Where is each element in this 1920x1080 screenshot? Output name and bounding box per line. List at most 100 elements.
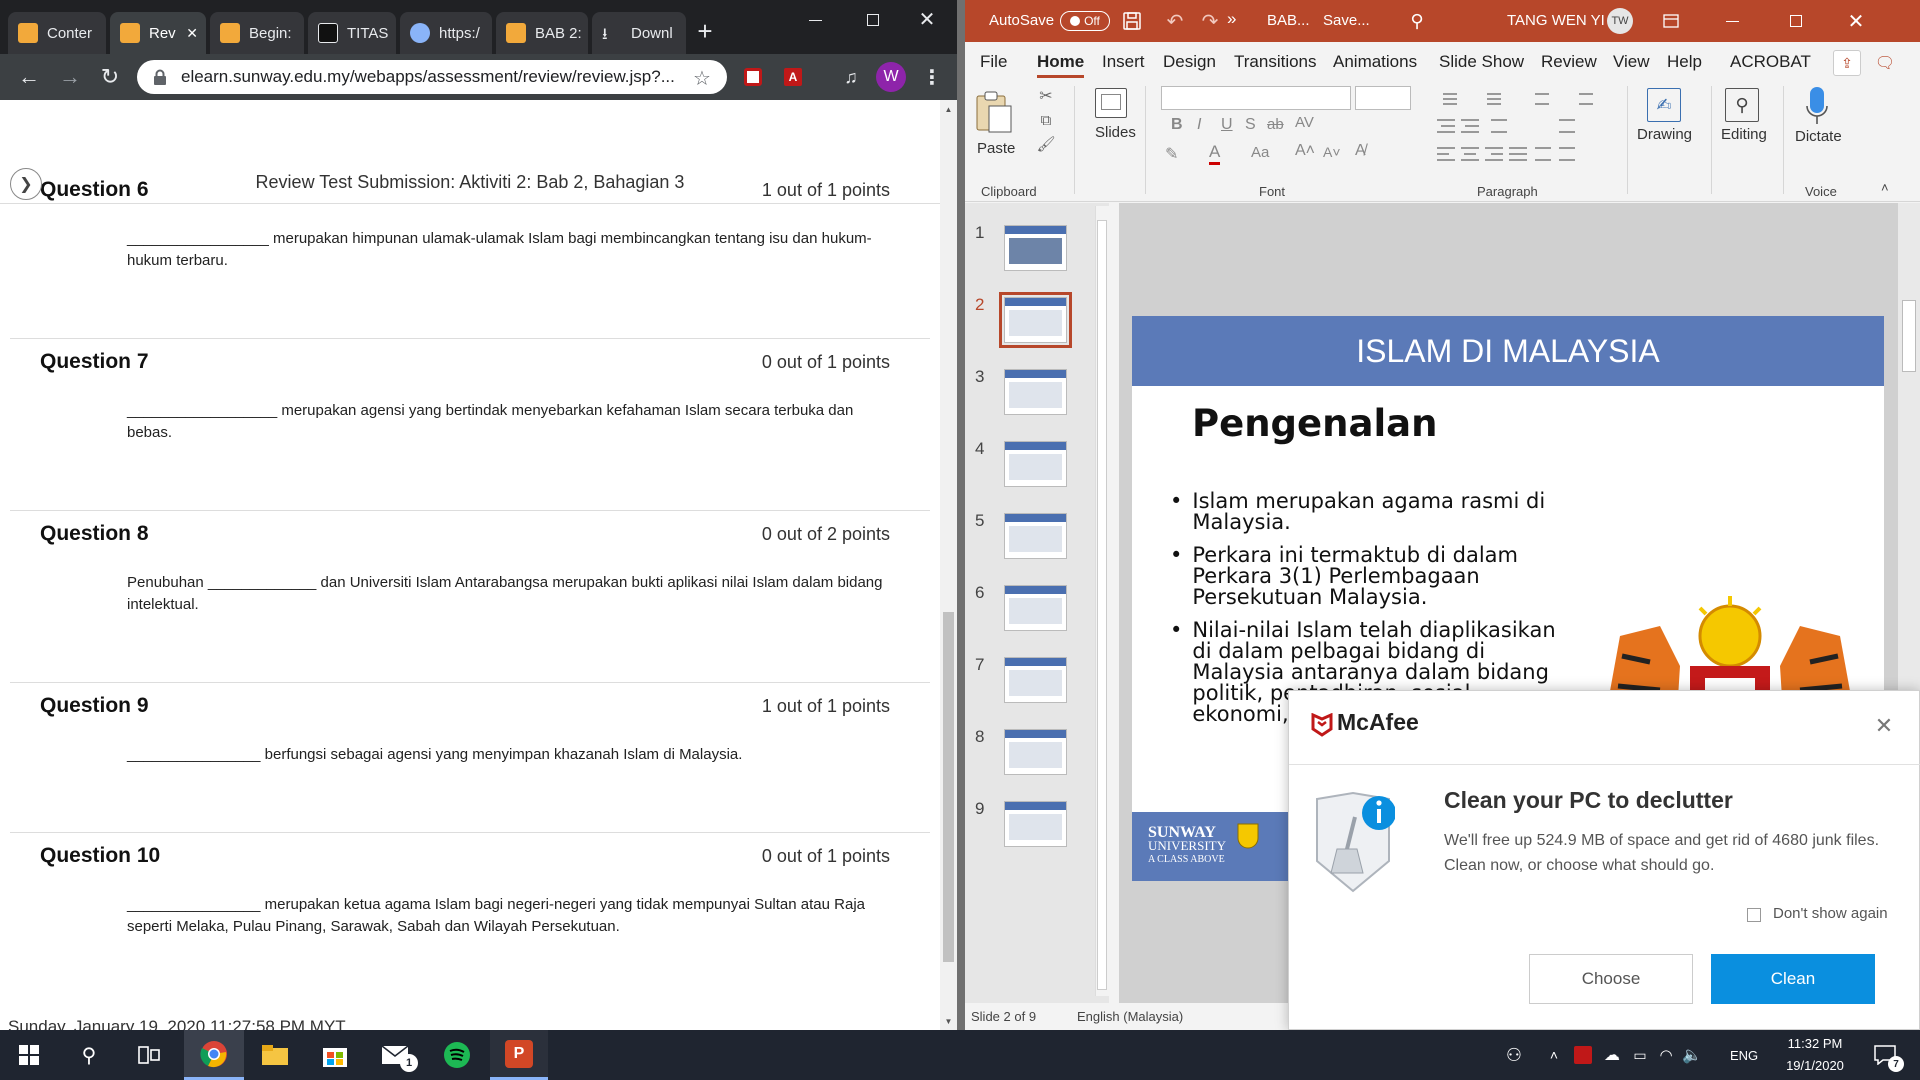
scrollbar-thumb[interactable] xyxy=(943,612,954,962)
dont-show-checkbox[interactable] xyxy=(1747,908,1761,922)
show-hidden-icons[interactable]: ˄ xyxy=(1544,1040,1564,1070)
ribbon-tab-animations[interactable]: Animations xyxy=(1333,52,1417,72)
battery-icon[interactable]: ▭ xyxy=(1628,1040,1652,1070)
autosave-toggle[interactable]: Off xyxy=(1060,11,1110,31)
slide-thumbnail[interactable] xyxy=(1004,441,1067,487)
minimize-icon[interactable] xyxy=(800,8,830,32)
volume-icon[interactable]: 🔈 xyxy=(1680,1040,1704,1070)
slide-thumbnail[interactable] xyxy=(1004,729,1067,775)
drawing-button[interactable]: Drawing xyxy=(1637,126,1692,143)
clean-button[interactable]: Clean xyxy=(1711,954,1875,1004)
strikethrough-icon[interactable]: ab xyxy=(1267,116,1284,133)
format-painter-icon[interactable]: 🖌 xyxy=(1035,134,1057,154)
ribbon-tab-file[interactable]: File xyxy=(980,52,1007,72)
acrobat-extension-icon[interactable]: A xyxy=(780,64,806,90)
thumbnail-scroll-thumb[interactable] xyxy=(1097,220,1107,990)
clear-formatting-icon[interactable]: A̸ xyxy=(1355,142,1366,160)
maximize-icon[interactable] xyxy=(858,8,888,32)
wifi-icon[interactable]: ◠ xyxy=(1654,1040,1678,1070)
ribbon-display-icon[interactable] xyxy=(1659,10,1683,32)
reload-icon[interactable]: ↻ xyxy=(95,62,125,92)
address-bar[interactable]: elearn.sunway.edu.my/webapps/assessment/… xyxy=(137,60,727,94)
cut-icon[interactable]: ✂ xyxy=(1035,86,1057,106)
choose-button[interactable]: Choose xyxy=(1529,954,1693,1004)
chrome-taskbar-icon[interactable] xyxy=(184,1030,244,1080)
decrease-font-icon[interactable]: A˅ xyxy=(1323,144,1341,160)
onedrive-icon[interactable]: ☁ xyxy=(1600,1040,1624,1070)
scroll-down-arrow[interactable]: ▼ xyxy=(940,1014,957,1028)
new-slide-icon[interactable] xyxy=(1095,88,1127,118)
ribbon-tab-view[interactable]: View xyxy=(1613,52,1650,72)
clock-time[interactable]: 11:32 PM xyxy=(1776,1036,1854,1051)
slide-thumbnail[interactable] xyxy=(1004,369,1067,415)
font-name-box[interactable] xyxy=(1161,86,1351,110)
browser-tab[interactable]: ⭳ Downl xyxy=(592,12,686,54)
tab-close-icon[interactable]: ✕ xyxy=(186,25,198,42)
mcafee-extension-icon[interactable] xyxy=(740,64,766,90)
shadow-icon[interactable]: S xyxy=(1245,116,1256,134)
browser-tab[interactable]: TITAS xyxy=(308,12,396,54)
ppt-maximize-icon[interactable] xyxy=(1781,10,1811,32)
ribbon-tab-review[interactable]: Review xyxy=(1541,52,1597,72)
ribbon-tab-slide-show[interactable]: Slide Show xyxy=(1439,52,1524,72)
canvas-scroll-thumb[interactable] xyxy=(1902,300,1916,372)
start-button[interactable] xyxy=(0,1030,58,1080)
expand-menu-button[interactable]: ❯ xyxy=(10,168,42,200)
character-spacing-icon[interactable]: AV xyxy=(1295,114,1314,131)
font-color-icon[interactable]: A xyxy=(1209,142,1221,165)
media-icon[interactable]: ♫ xyxy=(838,64,864,90)
ribbon-tab-acrobat[interactable]: ACROBAT xyxy=(1730,52,1811,72)
font-size-box[interactable] xyxy=(1355,86,1411,110)
search-taskbar-icon[interactable]: ⚲ xyxy=(60,1030,118,1080)
clock-date[interactable]: 19/1/2020 xyxy=(1776,1058,1854,1073)
slide-thumbnail[interactable] xyxy=(1004,585,1067,631)
user-avatar[interactable]: TW xyxy=(1607,8,1633,34)
save-icon[interactable] xyxy=(1121,10,1143,32)
collapse-ribbon-icon[interactable]: ˄ xyxy=(1881,180,1889,195)
scroll-up-arrow[interactable]: ▲ xyxy=(940,102,957,116)
comments-icon[interactable]: 🗨 xyxy=(1871,50,1899,76)
slide-thumbnail[interactable] xyxy=(999,292,1072,348)
spotify-icon[interactable] xyxy=(428,1030,486,1080)
copy-icon[interactable]: ⧉ xyxy=(1035,110,1057,130)
powerpoint-taskbar-icon[interactable]: P xyxy=(490,1030,548,1080)
ppt-minimize-icon[interactable] xyxy=(1717,10,1747,32)
microphone-icon[interactable] xyxy=(1805,86,1833,126)
paste-icon[interactable] xyxy=(973,90,1017,140)
slide-thumbnail[interactable] xyxy=(1004,225,1067,271)
back-icon[interactable]: ← xyxy=(14,62,44,92)
dictate-button[interactable]: Dictate xyxy=(1795,128,1842,145)
mail-icon[interactable] xyxy=(366,1030,424,1080)
undo-icon[interactable]: ↶ xyxy=(1157,10,1193,33)
slide-thumbnail[interactable] xyxy=(1004,513,1067,559)
browser-tab[interactable]: https:/ xyxy=(400,12,492,54)
ppt-close-icon[interactable]: ✕ xyxy=(1841,8,1871,34)
highlight-icon[interactable]: ✎ xyxy=(1165,144,1178,164)
ribbon-tab-transitions[interactable]: Transitions xyxy=(1234,52,1317,72)
change-case-icon[interactable]: Aa xyxy=(1251,144,1269,161)
acrobat-tray-icon[interactable] xyxy=(1572,1044,1594,1066)
people-icon[interactable]: ⚇ xyxy=(1500,1040,1528,1070)
redo-icon[interactable]: ↷ xyxy=(1197,10,1223,33)
editing-icon[interactable]: ⚲ xyxy=(1725,88,1759,122)
profile-avatar[interactable]: W xyxy=(876,62,906,92)
language-indicator[interactable]: English (Malaysia) xyxy=(1077,1009,1183,1024)
ribbon-tab-home[interactable]: Home xyxy=(1037,52,1085,78)
ribbon-tab-insert[interactable]: Insert xyxy=(1102,52,1145,72)
slide-thumbnail[interactable] xyxy=(1004,657,1067,703)
browser-tab[interactable]: Conter xyxy=(8,12,106,54)
search-icon[interactable]: ⚲ xyxy=(1405,10,1429,32)
ribbon-tab-design[interactable]: Design xyxy=(1163,52,1216,72)
paste-button[interactable]: Paste xyxy=(977,140,1015,157)
bookmark-star-icon[interactable]: ☆ xyxy=(688,64,716,92)
share-icon[interactable]: ⇪ xyxy=(1833,50,1861,76)
input-language[interactable]: ENG xyxy=(1730,1048,1758,1063)
browser-tab[interactable]: Begin: xyxy=(210,12,304,54)
store-icon[interactable] xyxy=(306,1030,364,1080)
browser-tab[interactable]: Rev ✕ xyxy=(110,12,206,54)
file-explorer-icon[interactable] xyxy=(246,1030,304,1080)
bold-icon[interactable]: B xyxy=(1171,116,1183,134)
italic-icon[interactable]: I xyxy=(1197,116,1201,134)
drawing-icon[interactable]: ✍ xyxy=(1647,88,1681,122)
ribbon-tab-help[interactable]: Help xyxy=(1667,52,1702,72)
